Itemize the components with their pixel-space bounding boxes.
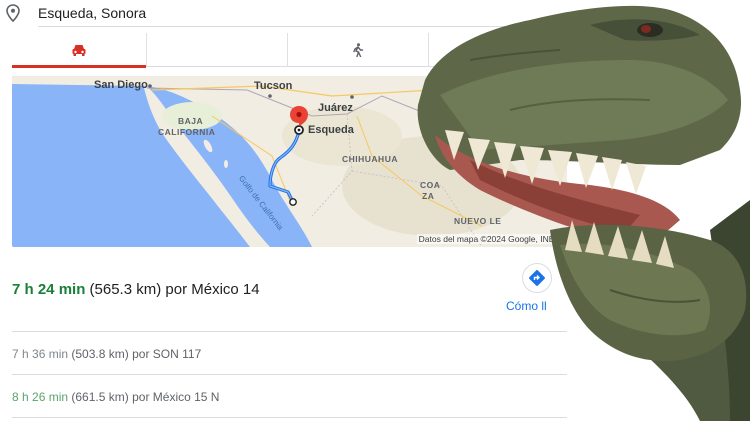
tab-walking[interactable]	[287, 33, 428, 67]
walking-icon	[353, 43, 364, 57]
route-option-main[interactable]: 7 h 24 min (565.3 km) por México 14	[12, 281, 260, 298]
search-input[interactable]: Esqueda, Sonora	[38, 5, 146, 21]
map-label-chihuahua: CHIHUAHUA	[342, 154, 398, 164]
route-option-alt-2[interactable]: 8 h 26 min (661.5 km) por México 15 N	[12, 390, 219, 404]
route-time: 7 h 36 min	[12, 347, 69, 361]
map-label-esqueda: Esqueda	[308, 124, 354, 136]
route-via: por México 15 N	[132, 390, 220, 404]
route-via: por SON 117	[132, 347, 202, 361]
route-time: 8 h 26 min	[12, 390, 69, 404]
map-label-san-diego: San Diego	[94, 79, 148, 91]
map-label-baja: BAJA	[178, 116, 204, 126]
route-distance: (565.3 km)	[89, 281, 162, 298]
route-origin-marker[interactable]	[289, 198, 297, 206]
map-pin-icon	[6, 4, 20, 22]
tab-driving[interactable]	[12, 33, 146, 68]
map-label-tucson: Tucson	[254, 80, 293, 92]
t-rex-image	[417, 5, 750, 421]
car-icon	[72, 45, 86, 56]
route-time: 7 h 24 min	[12, 281, 86, 298]
route-via: por México 14	[165, 281, 260, 298]
map-label-california: CALIFORNIA	[158, 127, 216, 137]
route-distance: (503.8 km)	[71, 347, 129, 361]
route-option-alt-1[interactable]: 7 h 36 min (503.8 km) por SON 117	[12, 347, 201, 361]
route-distance: (661.5 km)	[71, 390, 129, 404]
map-label-juarez: Juárez	[318, 102, 353, 114]
tab-transit[interactable]	[146, 33, 287, 67]
